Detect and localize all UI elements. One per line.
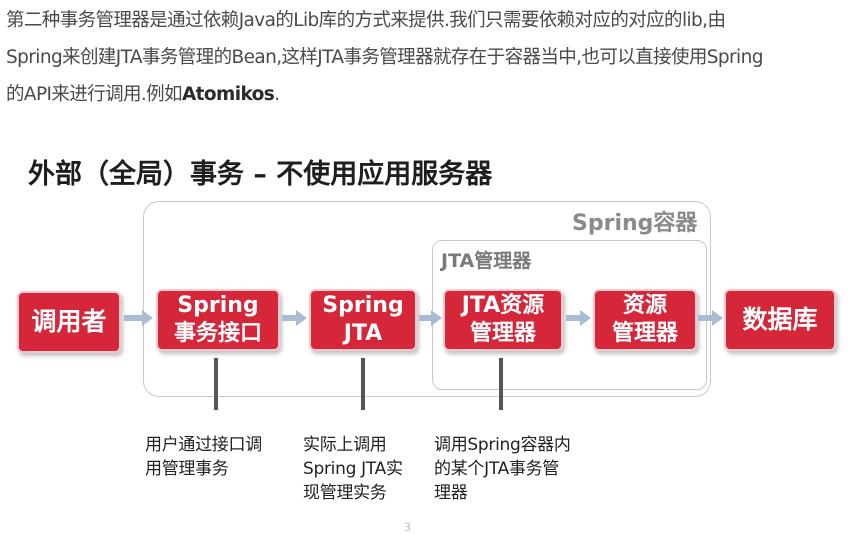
pin-line-jta-resource <box>499 358 503 410</box>
spring-jta-label-2: JTA <box>343 321 383 346</box>
jta-resource-manager-label-1: JTA资源 <box>461 293 545 318</box>
note-3-line-3: 理器 <box>434 483 468 503</box>
note-spring-jta: 实际上调用 Spring JTA实 现管理实务 <box>303 433 403 505</box>
arrow-right-icon <box>124 310 153 326</box>
jta-resource-manager-label-2: 管理器 <box>469 321 536 346</box>
arrow-right-icon <box>566 310 591 326</box>
note-spring-tx-interface: 用户通过接口调 用管理事务 <box>145 433 262 481</box>
caller-box: 调用者 <box>17 291 121 353</box>
resource-manager-label-2: 管理器 <box>611 321 678 346</box>
pin-line-spring-tx <box>214 358 218 410</box>
note-2-line-2: Spring JTA实 <box>303 459 403 479</box>
intro-paragraph: 第二种事务管理器是通过依赖Java的Lib库的方式来提供.我们只需要依赖对应的对… <box>6 2 844 113</box>
spring-jta-box: Spring JTA <box>309 289 417 351</box>
spring-tx-interface-box: Spring 事务接口 <box>156 289 280 351</box>
resource-manager-label-1: 资源 <box>622 293 667 318</box>
arrow-right-icon <box>282 310 307 326</box>
spring-container-label: Spring容器 <box>572 211 698 236</box>
note-1-line-2: 用管理事务 <box>145 459 229 479</box>
database-box: 数据库 <box>724 289 836 351</box>
database-box-label: 数据库 <box>742 305 818 334</box>
spring-tx-interface-label-1: Spring <box>177 293 259 318</box>
intro-line-3-prefix: 的API来进行调用.例如 <box>6 84 183 105</box>
arrow-right-icon <box>698 310 723 326</box>
note-2-line-1: 实际上调用 <box>303 435 387 455</box>
spring-jta-label-1: Spring <box>322 293 404 318</box>
note-jta-resource-manager: 调用Spring容器内 的某个JTA事务管 理器 <box>434 433 571 505</box>
pin-line-spring-jta <box>361 358 365 410</box>
intro-line-2: Spring来创建JTA事务管理的Bean,这样JTA事务管理器就存在于容器当中… <box>6 47 763 68</box>
note-1-line-1: 用户通过接口调 <box>145 435 262 455</box>
intro-line-3: 的API来进行调用.例如Atomikos. <box>6 76 844 113</box>
jta-manager-label: JTA管理器 <box>441 250 532 272</box>
intro-line-1: 第二种事务管理器是通过依赖Java的Lib库的方式来提供.我们只需要依赖对应的对… <box>6 10 726 31</box>
caller-box-label: 调用者 <box>31 307 107 336</box>
intro-line-3-suffix: . <box>274 84 280 105</box>
spring-tx-interface-label-2: 事务接口 <box>173 321 262 346</box>
note-3-line-1: 调用Spring容器内 <box>434 435 571 455</box>
note-3-line-2: 的某个JTA事务管 <box>434 459 560 479</box>
diagram-title: 外部（全局）事务 – 不使用应用服务器 <box>28 159 493 190</box>
jta-resource-manager-box: JTA资源 管理器 <box>443 289 563 351</box>
arrow-right-icon <box>419 310 442 326</box>
resource-manager-box: 资源 管理器 <box>593 289 697 351</box>
note-2-line-3: 现管理实务 <box>303 483 387 503</box>
atomikos-text: Atomikos <box>181 84 275 105</box>
footer-mark: 3 <box>404 521 411 534</box>
